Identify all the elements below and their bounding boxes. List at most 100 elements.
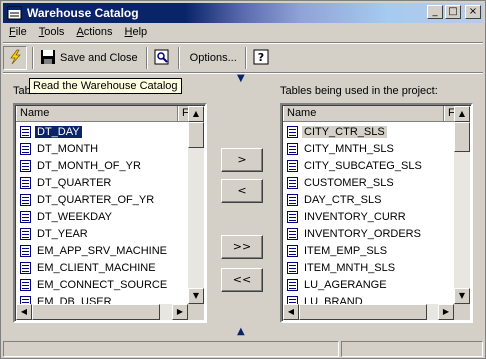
remove-table-button[interactable]: < bbox=[221, 179, 263, 203]
table-row[interactable]: ITEM_EMP_SLS bbox=[283, 242, 424, 259]
table-icon bbox=[287, 261, 298, 274]
table-row[interactable]: DT_WEEKDAY bbox=[16, 208, 169, 225]
help-question-icon: ? bbox=[253, 49, 269, 68]
scroll-down-button[interactable]: ▼ bbox=[188, 288, 204, 304]
scroll-right-button[interactable]: ▶ bbox=[438, 304, 454, 320]
table-icon bbox=[287, 227, 298, 240]
available-tables-rows: DT_DAY DT_MONTH DT_MONTH_OF_YR DT_QUARTER DT… bbox=[16, 123, 169, 310]
table-row[interactable]: CUSTOMER_SLS bbox=[283, 174, 424, 191]
app-icon bbox=[7, 5, 23, 21]
close-button[interactable]: × bbox=[465, 5, 481, 19]
svg-text:?: ? bbox=[258, 51, 264, 64]
table-icon bbox=[20, 244, 31, 257]
table-icon bbox=[287, 244, 298, 257]
table-name: CITY_CTR_SLS bbox=[302, 125, 387, 138]
table-row[interactable]: INVENTORY_ORDERS bbox=[283, 225, 424, 242]
table-row[interactable]: CITY_SUBCATEG_SLS bbox=[283, 157, 424, 174]
add-table-button[interactable]: > bbox=[221, 148, 263, 172]
list-header: Name F bbox=[283, 106, 457, 122]
table-icon bbox=[20, 142, 31, 155]
options-label: Options... bbox=[189, 52, 237, 64]
scroll-thumb[interactable] bbox=[32, 304, 160, 320]
table-icon bbox=[20, 125, 31, 138]
toolbar-separator bbox=[177, 47, 180, 69]
table-row[interactable]: CITY_CTR_SLS bbox=[283, 123, 424, 140]
table-name: ITEM_MNTH_SLS bbox=[304, 261, 396, 274]
read-catalog-button[interactable] bbox=[3, 46, 27, 70]
options-button[interactable]: Options... bbox=[183, 46, 240, 70]
horizontal-scrollbar[interactable]: ◀ ▶ bbox=[16, 304, 188, 320]
used-tables-list[interactable]: Name F CITY_CTR_SLS CITY_MNTH_SLS CITY_SUB… bbox=[280, 103, 473, 323]
menu-file[interactable]: File bbox=[3, 24, 33, 42]
table-icon bbox=[20, 278, 31, 291]
toolbar-separator bbox=[32, 47, 34, 69]
table-name: DT_MONTH bbox=[37, 142, 99, 155]
table-row[interactable]: DT_DAY bbox=[16, 123, 169, 140]
scroll-up-button[interactable]: ▲ bbox=[188, 106, 204, 122]
warehouse-catalog-window: Warehouse Catalog _ □ × File Tools Actio… bbox=[0, 0, 486, 359]
status-bar bbox=[3, 341, 483, 358]
table-row[interactable]: EM_APP_SRV_MACHINE bbox=[16, 242, 169, 259]
menu-actions[interactable]: Actions bbox=[70, 24, 118, 42]
save-and-close-button[interactable]: Save and Close bbox=[37, 46, 141, 70]
table-name: LU_AGERANGE bbox=[304, 278, 387, 291]
vertical-scrollbar[interactable]: ▲ ▼ bbox=[188, 106, 204, 304]
table-row[interactable]: DT_MONTH_OF_YR bbox=[16, 157, 169, 174]
table-icon bbox=[20, 261, 31, 274]
table-name: CUSTOMER_SLS bbox=[304, 176, 394, 189]
table-row[interactable]: INVENTORY_CURR bbox=[283, 208, 424, 225]
table-name: DAY_CTR_SLS bbox=[304, 193, 382, 206]
table-icon bbox=[287, 193, 298, 206]
help-button[interactable]: ? bbox=[250, 46, 272, 70]
column-header-name[interactable]: Name bbox=[16, 106, 178, 121]
table-icon bbox=[20, 193, 31, 206]
title-bar[interactable]: Warehouse Catalog _ □ × bbox=[3, 3, 483, 23]
save-and-close-label: Save and Close bbox=[60, 52, 138, 64]
table-preview-button[interactable] bbox=[151, 46, 173, 70]
table-row[interactable]: DT_QUARTER_OF_YR bbox=[16, 191, 169, 208]
status-panel-main bbox=[3, 341, 339, 357]
add-all-tables-button[interactable]: >> bbox=[221, 235, 263, 259]
scroll-up-button[interactable]: ▲ bbox=[454, 106, 470, 122]
vertical-scrollbar[interactable]: ▲ ▼ bbox=[454, 106, 470, 304]
table-row[interactable]: EM_CONNECT_SOURCE bbox=[16, 276, 169, 293]
scroll-right-button[interactable]: ▶ bbox=[172, 304, 188, 320]
table-row[interactable]: LU_AGERANGE bbox=[283, 276, 424, 293]
scroll-left-button[interactable]: ◀ bbox=[16, 304, 32, 320]
table-icon bbox=[287, 278, 298, 291]
minimize-button[interactable]: _ bbox=[427, 5, 443, 19]
table-name: CITY_MNTH_SLS bbox=[304, 142, 394, 155]
table-icon bbox=[20, 227, 31, 240]
scroll-down-indicator[interactable]: ▲ bbox=[237, 326, 245, 337]
scroll-down-button[interactable]: ▼ bbox=[454, 288, 470, 304]
scroll-thumb[interactable] bbox=[454, 122, 470, 152]
table-row[interactable]: CITY_MNTH_SLS bbox=[283, 140, 424, 157]
horizontal-scrollbar[interactable]: ◀ ▶ bbox=[283, 304, 454, 320]
remove-all-tables-button[interactable]: << bbox=[221, 268, 263, 292]
table-row[interactable]: ITEM_MNTH_SLS bbox=[283, 259, 424, 276]
table-icon bbox=[287, 125, 298, 138]
menu-help[interactable]: Help bbox=[119, 24, 154, 42]
menu-tools[interactable]: Tools bbox=[33, 24, 71, 42]
table-row[interactable]: DAY_CTR_SLS bbox=[283, 191, 424, 208]
table-row[interactable]: DT_QUARTER bbox=[16, 174, 169, 191]
column-header-name[interactable]: Name bbox=[283, 106, 444, 121]
table-name: DT_MONTH_OF_YR bbox=[37, 159, 141, 172]
table-row[interactable]: EM_CLIENT_MACHINE bbox=[16, 259, 169, 276]
read-catalog-tooltip: Read the Warehouse Catalog bbox=[29, 78, 182, 94]
floppy-disk-icon bbox=[40, 49, 56, 68]
scroll-thumb[interactable] bbox=[188, 122, 204, 148]
table-icon bbox=[287, 176, 298, 189]
available-tables-list[interactable]: Name F DT_DAY DT_MONTH DT_MONTH_OF_YR DT_QU… bbox=[13, 103, 207, 323]
list-header: Name F bbox=[16, 106, 191, 122]
window-title: Warehouse Catalog bbox=[27, 6, 139, 20]
scroll-up-indicator[interactable]: ▼ bbox=[237, 73, 245, 84]
toolbar: Save and Close Options... ? bbox=[3, 45, 274, 71]
scroll-thumb[interactable] bbox=[299, 304, 427, 320]
scroll-left-button[interactable]: ◀ bbox=[283, 304, 299, 320]
maximize-button[interactable]: □ bbox=[445, 5, 461, 19]
table-icon bbox=[20, 210, 31, 223]
table-name: EM_APP_SRV_MACHINE bbox=[37, 244, 168, 257]
table-row[interactable]: DT_MONTH bbox=[16, 140, 169, 157]
table-row[interactable]: DT_YEAR bbox=[16, 225, 169, 242]
